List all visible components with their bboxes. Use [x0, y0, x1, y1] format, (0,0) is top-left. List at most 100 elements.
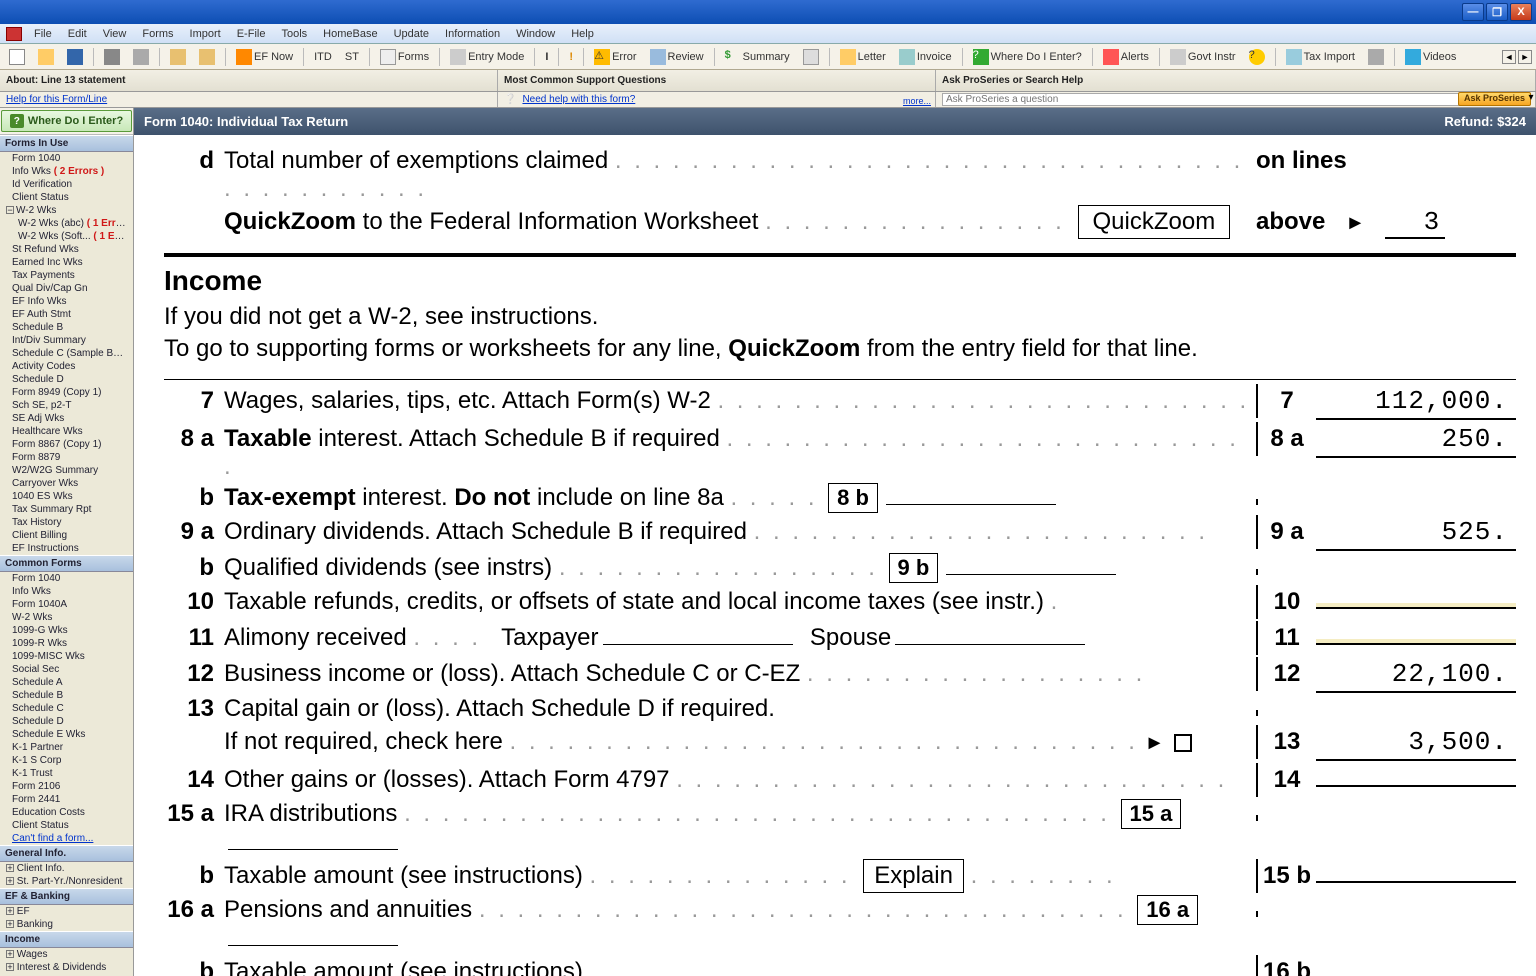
- nav-next[interactable]: ►: [1518, 50, 1532, 64]
- sidebar-item[interactable]: Client Status: [0, 191, 133, 204]
- sidebar-item[interactable]: 1099-R Wks: [0, 637, 133, 650]
- sidebar-item[interactable]: Client Billing: [0, 529, 133, 542]
- section-forms-in-use[interactable]: −Forms In Use: [0, 135, 133, 152]
- line10-value[interactable]: [1316, 603, 1516, 609]
- line8b-input[interactable]: [886, 504, 1056, 505]
- nav-prev[interactable]: ◄: [1502, 50, 1516, 64]
- sidebar-item[interactable]: St Refund Wks: [0, 243, 133, 256]
- sidebar-item[interactable]: Schedule C: [0, 702, 133, 715]
- line8a-value[interactable]: 250.: [1316, 422, 1516, 458]
- exemptions-value[interactable]: 3: [1385, 207, 1445, 239]
- sidebar-item[interactable]: Schedule D: [0, 373, 133, 386]
- warn-button[interactable]: !: [564, 47, 578, 67]
- ask-button[interactable]: Ask ProSeries: [1458, 92, 1531, 106]
- section-ef-banking[interactable]: −EF & Banking: [0, 888, 133, 905]
- entry-button[interactable]: Entry Mode: [445, 47, 529, 67]
- sidebar-item[interactable]: Schedule A: [0, 676, 133, 689]
- section-general[interactable]: −General Info.: [0, 845, 133, 862]
- sidebar-item[interactable]: Form 2106: [0, 780, 133, 793]
- sidebar-item[interactable]: SE Adj Wks: [0, 412, 133, 425]
- sidebar-item[interactable]: EF Instructions: [0, 542, 133, 555]
- sidebar-item[interactable]: Form 1040: [0, 152, 133, 165]
- bold-button[interactable]: I: [540, 47, 553, 67]
- sidebar-item[interactable]: Int/Div Summary: [0, 334, 133, 347]
- sidebar-item[interactable]: + EF: [0, 905, 133, 918]
- cant-find-form-link[interactable]: Can't find a form...: [0, 832, 133, 845]
- alerts-button[interactable]: Alerts: [1098, 47, 1154, 67]
- st-button[interactable]: ST: [340, 47, 364, 67]
- sidebar-item[interactable]: + Client Info.: [0, 862, 133, 875]
- sidebar-item[interactable]: W-2 Wks (abc) ( 1 Error ): [0, 217, 133, 230]
- sidebar-item[interactable]: Tax Payments: [0, 269, 133, 282]
- menu-efile[interactable]: E-File: [230, 26, 273, 42]
- sidebar-item[interactable]: 1040 ES Wks: [0, 490, 133, 503]
- sidebar-item[interactable]: W-2 Wks (Soft... ( 1 Error ): [0, 230, 133, 243]
- sidebar-item[interactable]: K-1 Partner: [0, 741, 133, 754]
- new-button[interactable]: [4, 47, 30, 67]
- sidebar-item[interactable]: Qual Div/Cap Gn: [0, 282, 133, 295]
- print2-button[interactable]: [128, 47, 154, 67]
- line11-taxpayer-input[interactable]: [603, 644, 793, 645]
- taximport-button[interactable]: Tax Import: [1281, 47, 1360, 67]
- help-button[interactable]: ?: [1244, 47, 1270, 67]
- tool-button[interactable]: [1363, 47, 1389, 67]
- home-button[interactable]: [165, 47, 191, 67]
- wheredo-button[interactable]: ?Where Do I Enter?: [968, 47, 1087, 67]
- sidebar-item[interactable]: 1099-G Wks: [0, 624, 133, 637]
- review-button[interactable]: Review: [645, 47, 709, 67]
- line7-value[interactable]: 112,000.: [1316, 384, 1516, 420]
- sidebar-item[interactable]: Healthcare Wks: [0, 425, 133, 438]
- sidebar-w2-hdr[interactable]: −W-2 Wks: [0, 204, 133, 217]
- sidebar-item[interactable]: Form 8879: [0, 451, 133, 464]
- sidebar-item[interactable]: Earned Inc Wks: [0, 256, 133, 269]
- sidebar-item[interactable]: + Interest & Dividends: [0, 961, 133, 974]
- menu-import[interactable]: Import: [183, 26, 228, 42]
- line11-value[interactable]: [1316, 639, 1516, 645]
- open-button[interactable]: [33, 47, 59, 67]
- sidebar-item[interactable]: Activity Codes: [0, 360, 133, 373]
- home2-button[interactable]: [194, 47, 220, 67]
- line15a-input[interactable]: [228, 849, 398, 850]
- sidebar-item[interactable]: Info Wks: [0, 585, 133, 598]
- menu-window[interactable]: Window: [509, 26, 562, 42]
- sidebar-item[interactable]: Carryover Wks: [0, 477, 133, 490]
- menu-view[interactable]: View: [96, 26, 134, 42]
- print-button[interactable]: [99, 47, 125, 67]
- line12-value[interactable]: 22,100.: [1316, 657, 1516, 693]
- menu-homebase[interactable]: HomeBase: [316, 26, 384, 42]
- line15b-value[interactable]: [1316, 877, 1516, 883]
- sidebar-item[interactable]: Schedule B: [0, 321, 133, 334]
- search-input[interactable]: [942, 93, 1529, 106]
- sidebar-item[interactable]: K-1 Trust: [0, 767, 133, 780]
- line13-checkbox[interactable]: [1174, 734, 1192, 752]
- section-common-forms[interactable]: −Common Forms: [0, 555, 133, 572]
- sidebar-item[interactable]: Tax Summary Rpt: [0, 503, 133, 516]
- summary-button[interactable]: $Summary: [720, 47, 795, 67]
- sidebar-item[interactable]: Id Verification: [0, 178, 133, 191]
- section-income[interactable]: −Income: [0, 931, 133, 948]
- sidebar-item[interactable]: Form 1040A: [0, 598, 133, 611]
- invoice-button[interactable]: Invoice: [894, 47, 957, 67]
- efnow-button[interactable]: EF Now: [231, 47, 298, 67]
- maximize-button[interactable]: ❐: [1486, 3, 1508, 21]
- sidebar-item[interactable]: Sch SE, p2-T: [0, 399, 133, 412]
- line9a-value[interactable]: 525.: [1316, 515, 1516, 551]
- minimize-button[interactable]: —: [1462, 3, 1484, 21]
- sidebar-item[interactable]: Schedule B: [0, 689, 133, 702]
- letter-button[interactable]: Letter: [835, 47, 891, 67]
- sidebar-item[interactable]: Form 2441: [0, 793, 133, 806]
- where-do-i-enter-button[interactable]: ?Where Do I Enter?: [1, 110, 132, 132]
- line11-spouse-input[interactable]: [895, 644, 1085, 645]
- menu-help[interactable]: Help: [564, 26, 601, 42]
- sidebar-item[interactable]: Client Status: [0, 819, 133, 832]
- menu-forms[interactable]: Forms: [135, 26, 180, 42]
- line16a-input[interactable]: [228, 945, 398, 946]
- govt-button[interactable]: Govt Instr: [1165, 47, 1241, 67]
- need-help-link[interactable]: Need help with this form?: [522, 94, 635, 105]
- sidebar-item[interactable]: + St. Part-Yr./Nonresident: [0, 875, 133, 888]
- more-link[interactable]: more...: [903, 96, 931, 106]
- quickzoom-button[interactable]: QuickZoom: [1078, 205, 1231, 239]
- sidebar-item[interactable]: EF Auth Stmt: [0, 308, 133, 321]
- menu-tools[interactable]: Tools: [274, 26, 314, 42]
- sidebar-item[interactable]: Form 1040: [0, 572, 133, 585]
